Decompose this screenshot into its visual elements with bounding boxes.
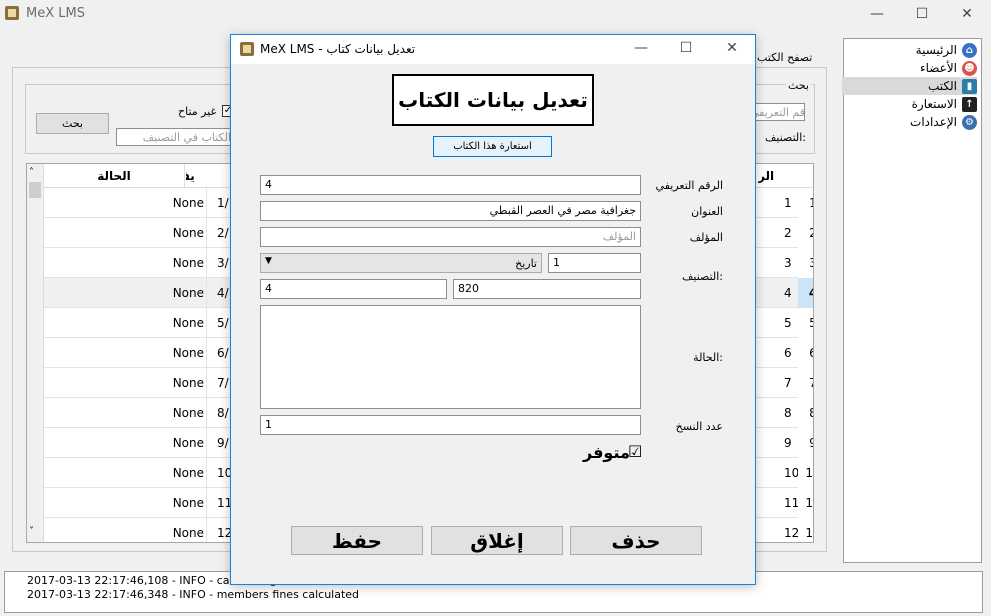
row-number-cell: 8 — [798, 398, 813, 428]
class-suffix-input[interactable]: 4 — [260, 279, 447, 299]
search-button[interactable]: بحث — [36, 113, 109, 134]
status-cell: None — [66, 308, 207, 338]
sidebar-item-label: الإعدادات — [910, 115, 957, 129]
status-cell: None — [66, 458, 207, 488]
vertical-scrollbar[interactable]: ˄ ˅ — [27, 164, 44, 542]
dialog-app-icon — [240, 42, 254, 56]
search-category-input[interactable]: الكتاب في التصنيف — [116, 128, 236, 146]
row-number-cell: 3 — [798, 248, 813, 278]
id-label: الرقم التعريفي — [655, 179, 723, 192]
sidebar: ⌂ الرئيسية ☻ الأعضاء ▮ الكتب ↑ الاستعارة… — [842, 38, 982, 563]
row-number-cell: 4 — [798, 278, 813, 308]
scrollbar-thumb[interactable] — [29, 182, 41, 198]
save-button[interactable]: حفظ — [291, 526, 423, 555]
available-label: متوفر — [583, 443, 630, 462]
copies-label: عدد النسخ — [675, 420, 723, 433]
scroll-down-icon[interactable]: ˅ — [29, 526, 34, 537]
column-header-classification[interactable]: يف — [186, 164, 236, 188]
available-checkbox[interactable]: ☑ — [628, 444, 642, 460]
sidebar-item-home[interactable]: ⌂ الرئيسية — [842, 41, 977, 59]
row-number-cell: 2 — [798, 218, 813, 248]
dialog-heading: تعديل بيانات الكتاب — [392, 74, 594, 126]
category-select[interactable]: ▼ تاريخ — [260, 253, 542, 273]
row-number-cell: 9 — [798, 428, 813, 458]
status-cell: None — [66, 368, 207, 398]
class-number-input[interactable]: 820 — [453, 279, 641, 299]
status-textarea[interactable] — [260, 305, 641, 409]
column-header-number[interactable]: الر — [758, 164, 798, 188]
dialog-close-button[interactable]: ✕ — [717, 39, 747, 57]
dialog-maximize-button[interactable]: ☐ — [671, 39, 701, 57]
sidebar-item-label: الاستعارة — [911, 97, 957, 111]
borrow-book-button[interactable]: استعارة هذا الكتاب — [433, 136, 552, 157]
close-window-button[interactable]: ✕ — [952, 5, 982, 23]
row-number-cell: 12 — [798, 518, 813, 542]
members-icon: ☻ — [962, 60, 977, 76]
status-cell: None — [66, 188, 207, 218]
delete-button[interactable]: حذف — [570, 526, 702, 555]
title-input[interactable]: جغرافية مصر في العصر القبطي — [260, 201, 641, 221]
edit-book-dialog: MeX LMS - تعديل بيانات كتاب — ☐ ✕ تعديل … — [230, 34, 756, 585]
sidebar-item-borrow[interactable]: ↑ الاستعارة — [842, 95, 977, 113]
copies-input[interactable]: 1 — [260, 415, 641, 435]
row-number-cell: 10 — [798, 458, 813, 488]
author-input[interactable]: المؤلف — [260, 227, 641, 247]
sidebar-item-members[interactable]: ☻ الأعضاء — [842, 59, 977, 77]
status-cell: None — [66, 398, 207, 428]
book-icon: ▮ — [962, 78, 977, 94]
log-line: 2017-03-13 22:17:46,348 - INFO - members… — [27, 588, 360, 601]
window-title: MeX LMS — [26, 6, 85, 21]
home-icon: ⌂ — [962, 42, 977, 58]
row-number-cell: 6 — [798, 338, 813, 368]
row-number-cell: 7 — [798, 368, 813, 398]
status-cell: None — [66, 488, 207, 518]
status-label: الحالة: — [693, 351, 723, 364]
id-input[interactable]: 4 — [260, 175, 641, 195]
settings-icon: ⚙ — [962, 114, 977, 130]
dropdown-arrow-icon: ▼ — [265, 256, 272, 266]
maximize-button[interactable]: ☐ — [907, 5, 937, 23]
borrow-icon: ↑ — [962, 96, 977, 112]
dialog-title: MeX LMS - تعديل بيانات كتاب — [260, 42, 416, 56]
status-cell: None — [66, 428, 207, 458]
minimize-button[interactable]: — — [862, 5, 892, 23]
not-available-label: غير متاح — [178, 105, 217, 118]
sidebar-item-label: الرئيسية — [915, 43, 957, 57]
status-cell: None — [66, 248, 207, 278]
row-number-cell: 5 — [798, 308, 813, 338]
sidebar-item-label: الأعضاء — [919, 61, 957, 75]
search-category-label: التصنيف: — [765, 131, 807, 144]
scroll-up-icon[interactable]: ˄ — [29, 167, 34, 178]
sidebar-item-books[interactable]: ▮ الكتب — [842, 77, 977, 95]
row-number-cell: 11 — [798, 488, 813, 518]
category-select-value: تاريخ — [515, 257, 537, 270]
category-number-input[interactable]: 1 — [548, 253, 641, 273]
sidebar-item-settings[interactable]: ⚙ الإعدادات — [842, 113, 977, 131]
category-label: التصنيف: — [681, 270, 723, 283]
status-cell: None — [66, 518, 207, 542]
sidebar-item-label: الكتب — [927, 79, 957, 93]
author-label: المؤلف — [689, 231, 723, 244]
search-section-title: بحث — [786, 79, 811, 92]
close-button[interactable]: إغلاق — [431, 526, 563, 555]
browse-tab-label[interactable]: تصفح الكتب — [757, 51, 812, 64]
title-label: العنوان — [691, 205, 723, 218]
dialog-minimize-button[interactable]: — — [626, 39, 656, 57]
column-header-status[interactable]: الحالة — [44, 164, 185, 188]
status-cell: None — [66, 338, 207, 368]
app-logo-icon — [5, 6, 19, 20]
status-cell: None — [66, 278, 207, 308]
row-number-cell: 1 — [798, 188, 813, 218]
status-cell: None — [66, 218, 207, 248]
